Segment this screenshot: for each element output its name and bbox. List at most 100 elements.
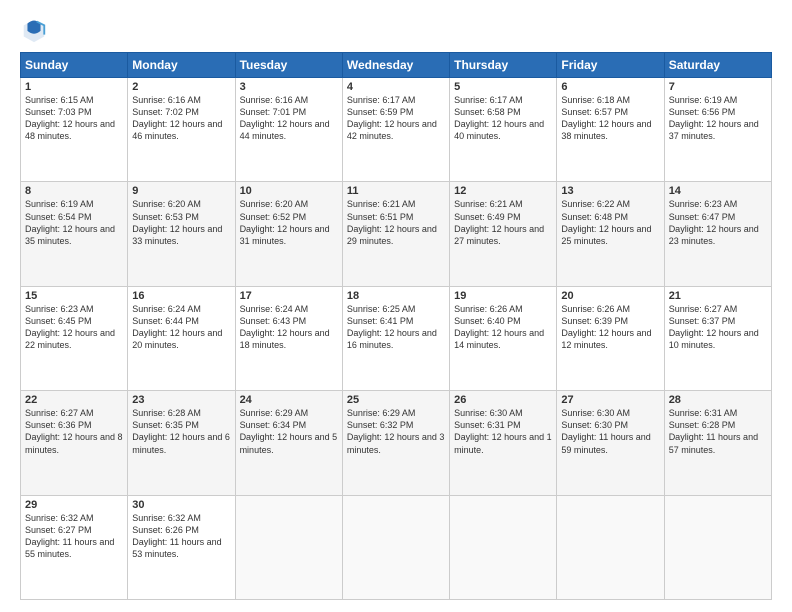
week-row-5: 29 Sunrise: 6:32 AMSunset: 6:27 PMDaylig… [21, 495, 772, 599]
day-number: 26 [454, 394, 552, 406]
day-info: Sunrise: 6:16 AMSunset: 7:02 PMDaylight:… [132, 94, 230, 143]
day-number: 12 [454, 185, 552, 197]
day-number: 6 [561, 81, 659, 93]
day-info: Sunrise: 6:18 AMSunset: 6:57 PMDaylight:… [561, 94, 659, 143]
weekday-header-thursday: Thursday [450, 53, 557, 78]
day-info: Sunrise: 6:31 AMSunset: 6:28 PMDaylight:… [669, 407, 767, 456]
day-info: Sunrise: 6:29 AMSunset: 6:34 PMDaylight:… [240, 407, 338, 456]
weekday-header-tuesday: Tuesday [235, 53, 342, 78]
empty-cell [557, 495, 664, 599]
day-number: 2 [132, 81, 230, 93]
day-number: 19 [454, 290, 552, 302]
day-info: Sunrise: 6:29 AMSunset: 6:32 PMDaylight:… [347, 407, 445, 456]
day-info: Sunrise: 6:32 AMSunset: 6:27 PMDaylight:… [25, 512, 123, 561]
day-number: 1 [25, 81, 123, 93]
day-info: Sunrise: 6:20 AMSunset: 6:53 PMDaylight:… [132, 198, 230, 247]
day-cell-4: 4 Sunrise: 6:17 AMSunset: 6:59 PMDayligh… [342, 78, 449, 182]
weekday-header-friday: Friday [557, 53, 664, 78]
day-cell-1: 1 Sunrise: 6:15 AMSunset: 7:03 PMDayligh… [21, 78, 128, 182]
day-number: 17 [240, 290, 338, 302]
day-number: 20 [561, 290, 659, 302]
day-cell-16: 16 Sunrise: 6:24 AMSunset: 6:44 PMDaylig… [128, 286, 235, 390]
empty-cell [235, 495, 342, 599]
day-info: Sunrise: 6:16 AMSunset: 7:01 PMDaylight:… [240, 94, 338, 143]
day-cell-27: 27 Sunrise: 6:30 AMSunset: 6:30 PMDaylig… [557, 391, 664, 495]
week-row-1: 1 Sunrise: 6:15 AMSunset: 7:03 PMDayligh… [21, 78, 772, 182]
day-cell-18: 18 Sunrise: 6:25 AMSunset: 6:41 PMDaylig… [342, 286, 449, 390]
day-cell-9: 9 Sunrise: 6:20 AMSunset: 6:53 PMDayligh… [128, 182, 235, 286]
day-info: Sunrise: 6:23 AMSunset: 6:45 PMDaylight:… [25, 303, 123, 352]
day-cell-24: 24 Sunrise: 6:29 AMSunset: 6:34 PMDaylig… [235, 391, 342, 495]
day-info: Sunrise: 6:22 AMSunset: 6:48 PMDaylight:… [561, 198, 659, 247]
day-number: 23 [132, 394, 230, 406]
day-info: Sunrise: 6:17 AMSunset: 6:58 PMDaylight:… [454, 94, 552, 143]
day-number: 18 [347, 290, 445, 302]
day-cell-2: 2 Sunrise: 6:16 AMSunset: 7:02 PMDayligh… [128, 78, 235, 182]
empty-cell [450, 495, 557, 599]
day-number: 27 [561, 394, 659, 406]
weekday-header-saturday: Saturday [664, 53, 771, 78]
empty-cell [664, 495, 771, 599]
logo [20, 16, 52, 44]
day-cell-29: 29 Sunrise: 6:32 AMSunset: 6:27 PMDaylig… [21, 495, 128, 599]
weekday-header-sunday: Sunday [21, 53, 128, 78]
calendar-table: SundayMondayTuesdayWednesdayThursdayFrid… [20, 52, 772, 600]
day-info: Sunrise: 6:28 AMSunset: 6:35 PMDaylight:… [132, 407, 230, 456]
day-number: 9 [132, 185, 230, 197]
day-info: Sunrise: 6:26 AMSunset: 6:40 PMDaylight:… [454, 303, 552, 352]
day-cell-11: 11 Sunrise: 6:21 AMSunset: 6:51 PMDaylig… [342, 182, 449, 286]
day-cell-30: 30 Sunrise: 6:32 AMSunset: 6:26 PMDaylig… [128, 495, 235, 599]
day-number: 7 [669, 81, 767, 93]
day-cell-25: 25 Sunrise: 6:29 AMSunset: 6:32 PMDaylig… [342, 391, 449, 495]
day-info: Sunrise: 6:30 AMSunset: 6:31 PMDaylight:… [454, 407, 552, 456]
day-info: Sunrise: 6:19 AMSunset: 6:54 PMDaylight:… [25, 198, 123, 247]
day-number: 10 [240, 185, 338, 197]
page: SundayMondayTuesdayWednesdayThursdayFrid… [0, 0, 792, 612]
day-number: 8 [25, 185, 123, 197]
weekday-header-row: SundayMondayTuesdayWednesdayThursdayFrid… [21, 53, 772, 78]
day-cell-15: 15 Sunrise: 6:23 AMSunset: 6:45 PMDaylig… [21, 286, 128, 390]
day-cell-23: 23 Sunrise: 6:28 AMSunset: 6:35 PMDaylig… [128, 391, 235, 495]
day-info: Sunrise: 6:25 AMSunset: 6:41 PMDaylight:… [347, 303, 445, 352]
weekday-header-monday: Monday [128, 53, 235, 78]
day-info: Sunrise: 6:23 AMSunset: 6:47 PMDaylight:… [669, 198, 767, 247]
day-info: Sunrise: 6:30 AMSunset: 6:30 PMDaylight:… [561, 407, 659, 456]
day-info: Sunrise: 6:17 AMSunset: 6:59 PMDaylight:… [347, 94, 445, 143]
day-cell-28: 28 Sunrise: 6:31 AMSunset: 6:28 PMDaylig… [664, 391, 771, 495]
day-number: 28 [669, 394, 767, 406]
day-info: Sunrise: 6:20 AMSunset: 6:52 PMDaylight:… [240, 198, 338, 247]
day-cell-26: 26 Sunrise: 6:30 AMSunset: 6:31 PMDaylig… [450, 391, 557, 495]
day-number: 11 [347, 185, 445, 197]
weekday-header-wednesday: Wednesday [342, 53, 449, 78]
day-info: Sunrise: 6:21 AMSunset: 6:49 PMDaylight:… [454, 198, 552, 247]
week-row-4: 22 Sunrise: 6:27 AMSunset: 6:36 PMDaylig… [21, 391, 772, 495]
day-info: Sunrise: 6:24 AMSunset: 6:44 PMDaylight:… [132, 303, 230, 352]
day-info: Sunrise: 6:26 AMSunset: 6:39 PMDaylight:… [561, 303, 659, 352]
day-number: 24 [240, 394, 338, 406]
day-cell-21: 21 Sunrise: 6:27 AMSunset: 6:37 PMDaylig… [664, 286, 771, 390]
day-cell-14: 14 Sunrise: 6:23 AMSunset: 6:47 PMDaylig… [664, 182, 771, 286]
day-cell-22: 22 Sunrise: 6:27 AMSunset: 6:36 PMDaylig… [21, 391, 128, 495]
header [20, 16, 772, 44]
day-info: Sunrise: 6:27 AMSunset: 6:36 PMDaylight:… [25, 407, 123, 456]
day-number: 30 [132, 499, 230, 511]
day-cell-12: 12 Sunrise: 6:21 AMSunset: 6:49 PMDaylig… [450, 182, 557, 286]
day-info: Sunrise: 6:19 AMSunset: 6:56 PMDaylight:… [669, 94, 767, 143]
day-number: 13 [561, 185, 659, 197]
day-info: Sunrise: 6:24 AMSunset: 6:43 PMDaylight:… [240, 303, 338, 352]
day-number: 14 [669, 185, 767, 197]
empty-cell [342, 495, 449, 599]
day-cell-19: 19 Sunrise: 6:26 AMSunset: 6:40 PMDaylig… [450, 286, 557, 390]
day-number: 21 [669, 290, 767, 302]
day-cell-8: 8 Sunrise: 6:19 AMSunset: 6:54 PMDayligh… [21, 182, 128, 286]
day-cell-3: 3 Sunrise: 6:16 AMSunset: 7:01 PMDayligh… [235, 78, 342, 182]
day-info: Sunrise: 6:32 AMSunset: 6:26 PMDaylight:… [132, 512, 230, 561]
day-cell-20: 20 Sunrise: 6:26 AMSunset: 6:39 PMDaylig… [557, 286, 664, 390]
day-number: 22 [25, 394, 123, 406]
day-cell-13: 13 Sunrise: 6:22 AMSunset: 6:48 PMDaylig… [557, 182, 664, 286]
week-row-2: 8 Sunrise: 6:19 AMSunset: 6:54 PMDayligh… [21, 182, 772, 286]
day-cell-10: 10 Sunrise: 6:20 AMSunset: 6:52 PMDaylig… [235, 182, 342, 286]
day-cell-7: 7 Sunrise: 6:19 AMSunset: 6:56 PMDayligh… [664, 78, 771, 182]
day-cell-17: 17 Sunrise: 6:24 AMSunset: 6:43 PMDaylig… [235, 286, 342, 390]
day-cell-6: 6 Sunrise: 6:18 AMSunset: 6:57 PMDayligh… [557, 78, 664, 182]
